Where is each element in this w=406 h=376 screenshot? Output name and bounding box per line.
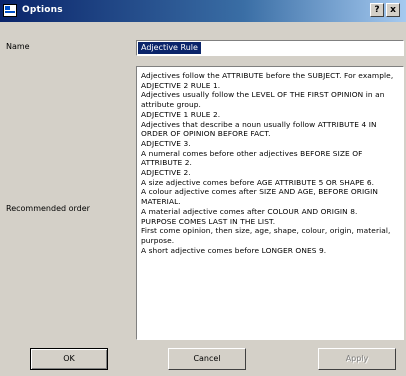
options-dialog: Options ? x Name Adjective Rule Recommen… <box>0 0 406 376</box>
recommended-order-label: Recommended order <box>6 204 90 213</box>
help-button[interactable]: ? <box>370 3 384 17</box>
cancel-button[interactable]: Cancel <box>168 348 246 370</box>
recommended-order-text: Adjectives follow the ATTRIBUTE before t… <box>141 71 394 255</box>
window-title: Options <box>22 5 63 15</box>
app-icon <box>3 4 17 17</box>
apply-button-label: Apply <box>345 354 369 363</box>
recommended-order-textarea[interactable]: Adjectives follow the ATTRIBUTE before t… <box>136 66 404 340</box>
close-button[interactable]: x <box>386 3 400 17</box>
name-value: Adjective Rule <box>138 42 201 54</box>
title-bar[interactable]: Options ? x <box>0 0 406 22</box>
name-label: Name <box>6 42 30 51</box>
apply-button[interactable]: Apply <box>318 348 396 370</box>
name-field[interactable]: Adjective Rule <box>136 40 404 56</box>
ok-button[interactable]: OK <box>30 348 108 370</box>
